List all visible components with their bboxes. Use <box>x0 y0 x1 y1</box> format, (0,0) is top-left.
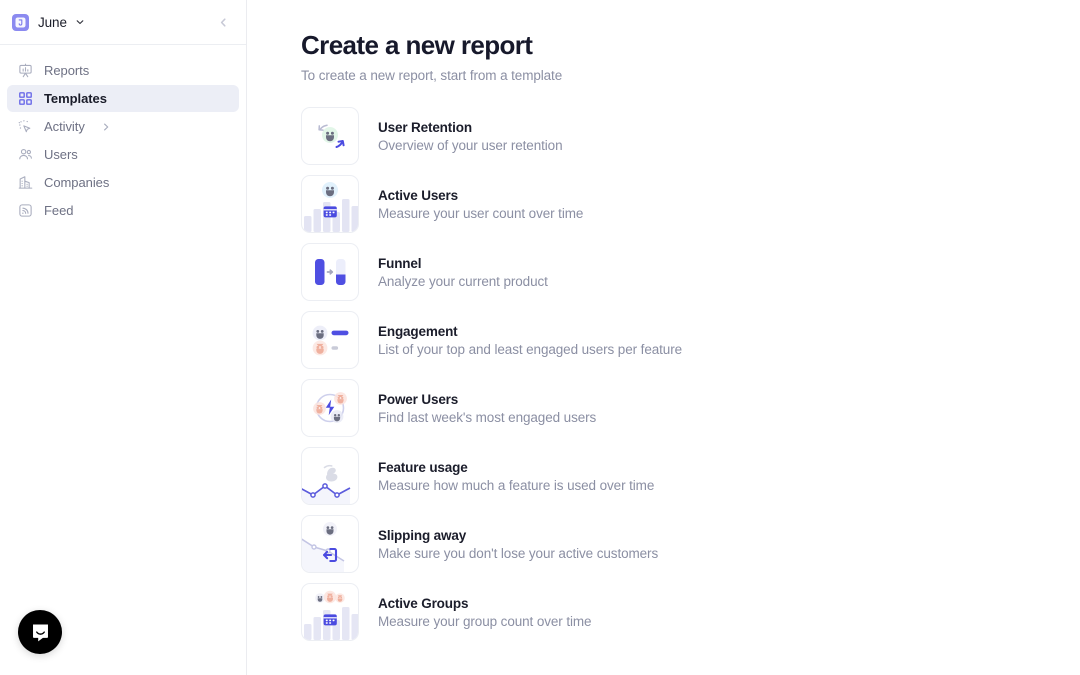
template-description: Measure your user count over time <box>378 205 584 221</box>
engagement-list-icon <box>301 311 359 369</box>
template-name: Slipping away <box>378 527 467 543</box>
template-name: Active Users <box>378 187 458 203</box>
template-item-funnel[interactable]: Funnel Analyze your current product <box>301 243 861 301</box>
template-text: Funnel Analyze your current product <box>378 256 548 289</box>
sidebar-item-label: Feed <box>44 203 74 218</box>
sidebar: June Reports Templates Activity Users Co… <box>0 0 247 675</box>
rss-feed-icon <box>17 203 33 219</box>
template-name: Power Users <box>378 391 459 407</box>
intercom-chat-launcher-button[interactable] <box>18 610 62 654</box>
workspace-name: June <box>38 14 67 30</box>
sidebar-item-label: Users <box>44 147 78 162</box>
template-text: User Retention Overview of your user ret… <box>378 119 563 153</box>
template-item-feature-usage[interactable]: Feature usage Measure how much a feature… <box>301 447 861 505</box>
bar-chart-groups-icon <box>301 583 359 641</box>
cursor-sparkle-icon <box>17 119 33 135</box>
template-name: User Retention <box>378 119 472 135</box>
sidebar-item-feed[interactable]: Feed <box>7 197 239 224</box>
template-item-slipping-away[interactable]: Slipping away Make sure you don't lose y… <box>301 515 861 573</box>
chevron-left-icon <box>220 17 226 27</box>
template-description: Find last week's most engaged users <box>378 409 597 425</box>
page-title: Create a new report <box>301 30 533 60</box>
sidebar-item-label: Companies <box>44 175 110 190</box>
template-description: Overview of your user retention <box>378 137 563 153</box>
workspace-switcher[interactable]: June <box>12 13 85 31</box>
chevron-right-icon <box>101 122 111 132</box>
sidebar-nav: Reports Templates Activity Users Compani… <box>0 45 246 224</box>
template-text: Slipping away Make sure you don't lose y… <box>378 528 658 561</box>
sidebar-header: June <box>0 0 246 45</box>
sidebar-item-companies[interactable]: Companies <box>7 169 239 196</box>
template-description: Measure how much a feature is used over … <box>378 477 655 493</box>
building-icon <box>17 175 33 191</box>
template-text: Power Users Find last week's most engage… <box>378 392 596 425</box>
bar-chart-calendar-icon <box>301 175 359 233</box>
app-root: June Reports Templates Activity Users Co… <box>0 0 1080 675</box>
sidebar-item-templates[interactable]: Templates <box>7 85 239 112</box>
declining-line-exit-icon <box>301 515 359 573</box>
template-list: User Retention Overview of your user ret… <box>301 107 1080 641</box>
sidebar-item-activity[interactable]: Activity <box>7 113 239 140</box>
users-icon <box>17 147 33 163</box>
chevron-down-icon <box>75 17 85 27</box>
template-item-power-users[interactable]: Power Users Find last week's most engage… <box>301 379 861 437</box>
template-name: Feature usage <box>378 459 468 475</box>
template-item-active-users[interactable]: Active Users Measure your user count ove… <box>301 175 861 233</box>
presentation-chart-icon <box>17 63 33 79</box>
template-text: Engagement List of your top and least en… <box>378 324 682 357</box>
template-description: Measure your group count over time <box>378 613 592 629</box>
retention-loop-icon <box>301 107 359 165</box>
template-item-active-groups[interactable]: Active Groups Measure your group count o… <box>301 583 861 641</box>
sidebar-item-label: Activity <box>44 119 85 134</box>
page-subtitle: To create a new report, start from a tem… <box>301 68 563 83</box>
sidebar-item-reports[interactable]: Reports <box>7 57 239 84</box>
power-bolt-icon <box>301 379 359 437</box>
sidebar-item-label: Templates <box>44 91 107 106</box>
main-content: Create a new report To create a new repo… <box>247 0 1080 675</box>
template-text: Active Users Measure your user count ove… <box>378 188 583 221</box>
template-item-engagement[interactable]: Engagement List of your top and least en… <box>301 311 861 369</box>
template-text: Active Groups Measure your group count o… <box>378 595 592 629</box>
sidebar-item-users[interactable]: Users <box>7 141 239 168</box>
template-name: Active Groups <box>378 595 469 611</box>
template-item-user-retention[interactable]: User Retention Overview of your user ret… <box>301 107 861 165</box>
template-name: Engagement <box>378 323 458 339</box>
template-description: List of your top and least engaged users… <box>378 341 683 357</box>
june-logo-icon <box>12 13 29 31</box>
grid-squares-icon <box>17 91 33 107</box>
funnel-bars-icon <box>301 243 359 301</box>
template-description: Analyze your current product <box>378 273 548 289</box>
template-name: Funnel <box>378 255 422 271</box>
intercom-chat-icon <box>32 623 48 641</box>
sidebar-item-label: Reports <box>44 63 90 78</box>
template-description: Make sure you don't lose your active cus… <box>378 545 659 561</box>
line-chart-hand-icon <box>301 447 359 505</box>
template-text: Feature usage Measure how much a feature… <box>378 460 654 493</box>
sidebar-collapse-button[interactable] <box>214 13 232 31</box>
